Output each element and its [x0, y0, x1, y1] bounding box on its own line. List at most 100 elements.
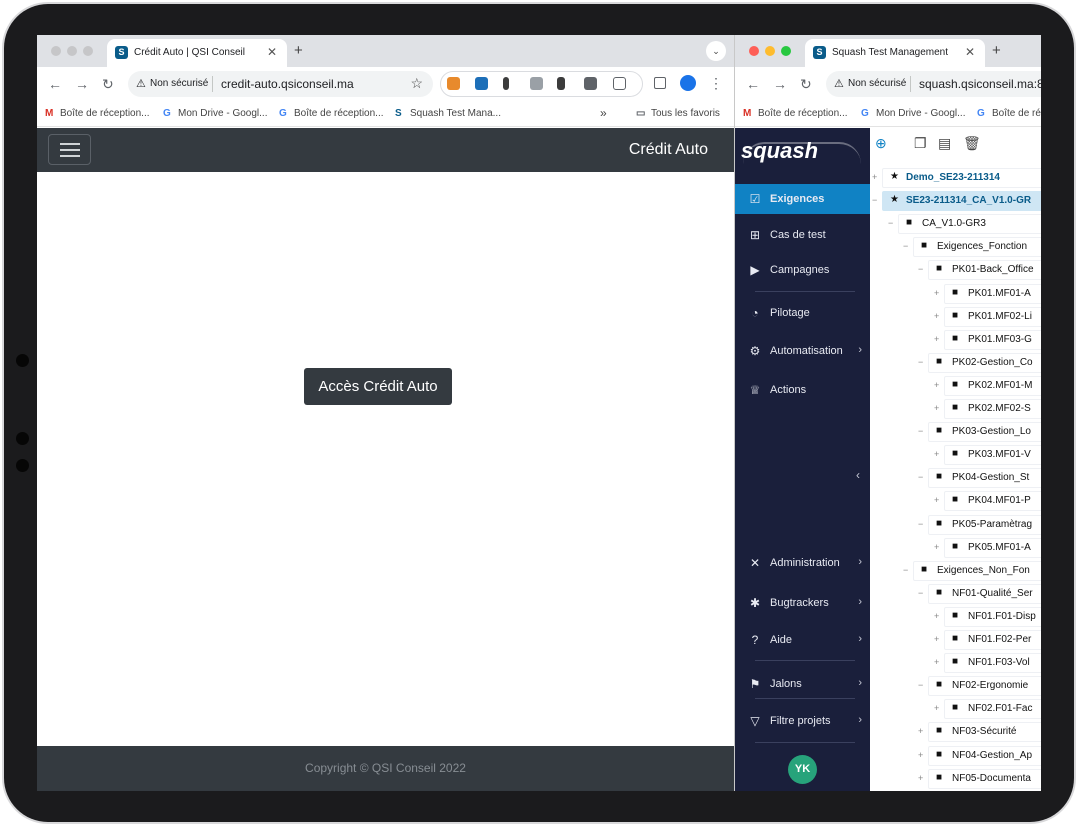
close-tab-icon[interactable]: ✕: [965, 45, 975, 59]
sidebar-item-exigences[interactable]: ☑ Exigences: [735, 184, 870, 214]
close-tab-icon[interactable]: ✕: [267, 45, 277, 59]
navbar-brand[interactable]: Crédit Auto: [629, 141, 708, 159]
collapse-icon[interactable]: −: [918, 357, 926, 367]
tree-node-label: NF02-Ergonomie: [952, 680, 1029, 692]
minimize-window-button[interactable]: [67, 46, 77, 56]
collapse-icon[interactable]: −: [918, 588, 926, 598]
new-tab-button[interactable]: +: [992, 42, 1001, 59]
collapse-icon[interactable]: −: [872, 195, 880, 205]
bookmark-inbox[interactable]: G Boîte de réc: [977, 108, 1041, 119]
add-circle-icon[interactable]: ⊕: [875, 135, 887, 152]
collapse-icon[interactable]: −: [918, 426, 926, 436]
expand-icon[interactable]: +: [934, 380, 942, 390]
eyedropper-extension-icon[interactable]: [503, 77, 509, 90]
expand-icon[interactable]: +: [918, 773, 926, 783]
reload-icon[interactable]: ↻: [800, 76, 812, 93]
sidebar-item-bugtrackers[interactable]: ✱ Bugtrackers ›: [735, 588, 870, 618]
url-text[interactable]: squash.qsiconseil.ma:80: [919, 77, 1041, 91]
hamburger-menu-button[interactable]: [48, 134, 91, 165]
left-bookmarks-bar: M Boîte de réception... G Mon Drive - Goog…: [37, 101, 734, 127]
forward-arrow-icon[interactable]: →: [773, 76, 787, 92]
reload-icon[interactable]: ↻: [102, 76, 114, 93]
expand-icon[interactable]: +: [934, 288, 942, 298]
close-window-button[interactable]: [749, 46, 759, 56]
collapse-sidebar-icon[interactable]: ‹: [856, 468, 860, 482]
puzzle-extensions-icon[interactable]: [613, 77, 626, 90]
tab-credit-auto[interactable]: S Crédit Auto | QSI Conseil ✕: [107, 39, 287, 67]
collapse-icon[interactable]: −: [918, 472, 926, 482]
sidebar-item-filtre-projets[interactable]: ▽ Filtre projets ›: [735, 706, 870, 736]
collapse-icon[interactable]: −: [918, 680, 926, 690]
address-bar[interactable]: ⚠ Non sécurisé credit-auto.qsiconseil.ma…: [128, 71, 433, 97]
side-panel-icon[interactable]: [654, 77, 666, 89]
profile-avatar-icon[interactable]: [680, 75, 696, 91]
zoom-window-button[interactable]: [781, 46, 791, 56]
expand-icon[interactable]: +: [934, 657, 942, 667]
expand-icon[interactable]: +: [872, 172, 880, 182]
folder-icon: ■: [952, 378, 959, 390]
folder-icon: ■: [952, 448, 959, 460]
close-window-button[interactable]: [51, 46, 61, 56]
sidebar-item-actions[interactable]: ♕ Actions: [735, 375, 870, 405]
bookmark-extension-icon[interactable]: [557, 77, 565, 90]
expand-icon[interactable]: +: [934, 634, 942, 644]
paste-icon[interactable]: ▤: [938, 135, 951, 152]
delete-trash-icon[interactable]: 🗑: [963, 135, 981, 152]
expand-icon[interactable]: +: [934, 334, 942, 344]
tree-node-label: NF01.F01-Disp: [968, 610, 1036, 622]
collapse-icon[interactable]: −: [903, 241, 911, 251]
collapse-icon[interactable]: −: [918, 519, 926, 529]
more-bookmarks-button[interactable]: »: [600, 106, 607, 120]
tab-search-button[interactable]: ⌄: [706, 41, 726, 61]
sidebar-item-administration[interactable]: ✕ Administration ›: [735, 548, 870, 578]
expand-icon[interactable]: +: [934, 449, 942, 459]
forward-arrow-icon[interactable]: →: [75, 76, 89, 92]
back-arrow-icon[interactable]: ←: [48, 76, 62, 92]
expand-icon[interactable]: +: [934, 495, 942, 505]
sidebar-item-pilotage[interactable]: ◔ Pilotage: [735, 298, 870, 328]
new-tab-button[interactable]: +: [294, 42, 303, 59]
filter-icon: ▽: [750, 714, 760, 728]
bookmark-gmail[interactable]: M Boîte de réception...: [45, 108, 150, 119]
sidebar-item-aide[interactable]: ? Aide ›: [735, 625, 870, 655]
bookmark-drive[interactable]: G Mon Drive - Googl...: [163, 108, 267, 119]
tab-squash[interactable]: S Squash Test Management ✕: [805, 39, 985, 67]
copy-icon[interactable]: ❐: [914, 135, 927, 152]
sidebar-item-automatisation[interactable]: ⚙ Automatisation ›: [735, 336, 870, 366]
user-avatar[interactable]: YK: [788, 755, 817, 784]
bookmark-star-icon[interactable]: ☆: [410, 75, 423, 92]
expand-icon[interactable]: +: [918, 726, 926, 736]
url-text[interactable]: credit-auto.qsiconseil.ma: [221, 77, 354, 91]
sync-extension-icon[interactable]: [475, 77, 488, 90]
zoom-window-button[interactable]: [83, 46, 93, 56]
expand-icon[interactable]: +: [934, 311, 942, 321]
expand-icon[interactable]: +: [934, 542, 942, 552]
collapse-icon[interactable]: −: [888, 218, 896, 228]
sidebar-item-jalons[interactable]: ⚑ Jalons ›: [735, 669, 870, 699]
expand-icon[interactable]: +: [934, 403, 942, 413]
kebab-menu-icon[interactable]: ⋮: [709, 75, 723, 92]
sidebar-item-cas-de-test[interactable]: ⊞ Cas de test: [735, 220, 870, 250]
address-bar[interactable]: ⚠ Non sécurisé squash.qsiconseil.ma:80: [826, 71, 1041, 97]
tree-node-label: NF02.F01-Fac: [968, 703, 1033, 715]
acces-credit-auto-button[interactable]: Accès Crédit Auto: [304, 368, 452, 405]
tree-node-label: PK04.MF01-P: [968, 495, 1031, 507]
expand-icon[interactable]: +: [934, 611, 942, 621]
bookmark-gmail[interactable]: M Boîte de réception...: [743, 108, 848, 119]
vee-extension-icon[interactable]: [530, 77, 543, 90]
expand-icon[interactable]: +: [934, 703, 942, 713]
bookmark-drive[interactable]: G Mon Drive - Googl...: [861, 108, 965, 119]
collapse-icon[interactable]: −: [918, 264, 926, 274]
back-arrow-icon[interactable]: ←: [746, 76, 760, 92]
expand-icon[interactable]: +: [918, 750, 926, 760]
qr-extension-icon[interactable]: [584, 77, 597, 90]
all-favorites-button[interactable]: ▭ Tous les favoris: [636, 108, 720, 119]
squash-logo[interactable]: squash: [741, 138, 818, 164]
bookmark-squash[interactable]: S Squash Test Mana...: [395, 108, 501, 119]
minimize-window-button[interactable]: [765, 46, 775, 56]
collapse-icon[interactable]: −: [903, 565, 911, 575]
metamask-extension-icon[interactable]: [447, 77, 460, 90]
sidebar-item-campagnes[interactable]: ▶ Campagnes: [735, 255, 870, 285]
bookmark-inbox[interactable]: G Boîte de réception...: [279, 108, 384, 119]
tree-toolbar: ⊕ ❐ ▤ 🗑: [870, 128, 1041, 158]
